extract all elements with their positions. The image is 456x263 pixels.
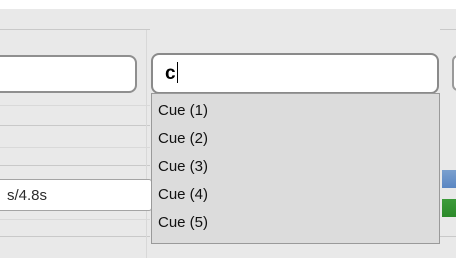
divider (0, 125, 150, 126)
adjacent-input[interactable] (452, 55, 456, 91)
name-input[interactable] (0, 55, 137, 93)
time-field[interactable]: s/4.8s (0, 179, 152, 211)
autocomplete-option[interactable]: Cue (5) (152, 209, 439, 237)
color-swatch-green[interactable] (442, 199, 456, 217)
divider (440, 236, 456, 237)
divider (0, 147, 150, 148)
autocomplete-option[interactable]: Cue (3) (152, 153, 439, 181)
cue-search-value: c (165, 63, 176, 84)
divider (440, 29, 456, 30)
divider (0, 236, 150, 237)
autocomplete-dropdown: Cue (1) Cue (2) Cue (3) Cue (4) Cue (5) (151, 93, 440, 244)
column-divider (146, 30, 147, 258)
text-caret (176, 62, 178, 83)
color-swatch-blue[interactable] (442, 170, 456, 188)
divider (0, 165, 150, 166)
autocomplete-option[interactable]: Cue (1) (152, 97, 439, 125)
time-value: s/4.8s (7, 187, 48, 204)
divider (0, 29, 150, 30)
autocomplete-option[interactable]: Cue (2) (152, 125, 439, 153)
screen: s/4.8s c Cue (1) Cue (2) Cue (3) Cue (4)… (0, 0, 456, 263)
divider (0, 219, 150, 220)
autocomplete-option[interactable]: Cue (4) (152, 181, 439, 209)
divider (0, 105, 150, 106)
cue-search-input[interactable]: c (151, 53, 439, 94)
